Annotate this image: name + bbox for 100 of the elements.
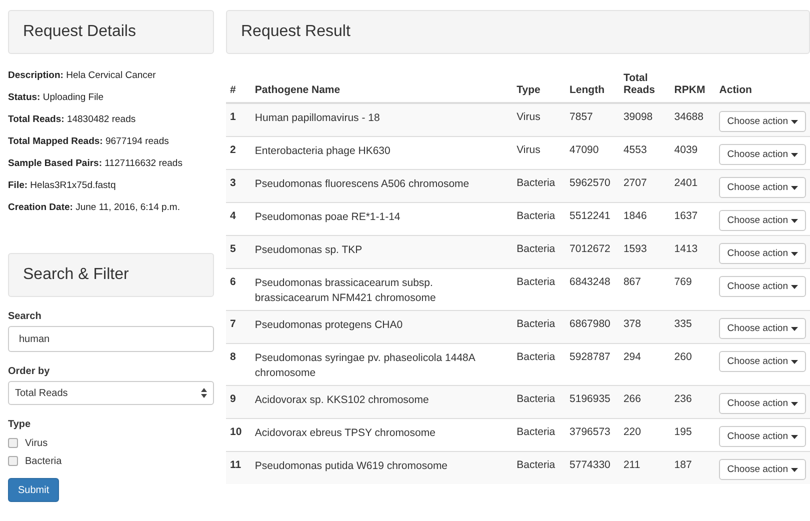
table-cell: Pseudomonas syringae pv. phaseolicola 1448A chromosome — [254, 352, 475, 379]
row-number: 8 — [230, 351, 236, 363]
caret-icon — [791, 218, 798, 222]
table-cell: 5512241 — [570, 210, 610, 222]
table-cell: 1637 — [674, 210, 698, 222]
table-cell: Bacteria — [516, 318, 556, 330]
row-number: 3 — [230, 177, 236, 189]
row-number: 2 — [230, 144, 236, 156]
table-cell: 39098 — [623, 111, 653, 123]
table-cell: Pseudomonas putida W619 chromosome — [254, 460, 448, 472]
detail-line: Description: Hela Cervical Cancer — [8, 69, 157, 83]
table-cell: Human papillomavirus - 18 — [254, 112, 380, 124]
panel-heading: Search & Filter — [8, 253, 214, 297]
checkbox-label: Virus — [25, 438, 48, 448]
caret-icon — [791, 284, 798, 288]
table-cell: Virus — [516, 111, 540, 123]
checkbox[interactable] — [8, 438, 18, 448]
table-cell: Bacteria — [516, 351, 556, 363]
detail-line: Creation Date: June 11, 2016, 6:14 p.m. — [8, 201, 181, 215]
table-cell: Bacteria — [516, 210, 556, 222]
table-cell: Virus — [516, 144, 540, 156]
table-cell: 5962570 — [570, 177, 610, 189]
detail-line: Total Mapped Reads: 9677194 reads — [8, 135, 170, 149]
row-number: 6 — [230, 276, 236, 288]
table-cell: 2401 — [674, 177, 698, 189]
caret-icon — [791, 152, 798, 156]
row-number: 11 — [230, 459, 242, 471]
table-cell: 335 — [674, 318, 692, 330]
table-cell: 236 — [674, 393, 692, 405]
table-cell: Acidovorax ebreus TPSY chromosome — [254, 427, 436, 439]
table-cell: 7012672 — [570, 243, 610, 255]
table-cell: Pseudomonas protegens CHA0 — [254, 319, 403, 331]
action-dropdown[interactable]: Choose action — [719, 426, 806, 447]
table-cell: 195 — [674, 426, 692, 438]
table-cell: 4039 — [674, 144, 698, 156]
search-field[interactable]: human — [8, 326, 214, 352]
table-cell: 5774330 — [570, 459, 610, 471]
table-cell: Bacteria — [516, 393, 556, 405]
action-dropdown[interactable]: Choose action — [719, 177, 806, 198]
action-dropdown[interactable]: Choose action — [719, 210, 806, 231]
action-dropdown[interactable]: Choose action — [719, 393, 806, 414]
action-dropdown[interactable]: Choose action — [719, 318, 806, 339]
action-dropdown[interactable]: Choose action — [719, 351, 806, 372]
row-number: 9 — [230, 393, 236, 405]
panel-heading: Request Details — [8, 10, 214, 54]
table-cell: 6867980 — [570, 318, 610, 330]
caret-icon — [791, 252, 798, 256]
checkbox-label: Bacteria — [25, 456, 62, 466]
table-cell: Acidovorax sp. KKS102 chromosome — [254, 394, 429, 406]
table-cell: 4553 — [623, 144, 647, 156]
table-cell: Bacteria — [516, 243, 556, 255]
table-cell: Bacteria — [516, 276, 556, 288]
row-number: 4 — [230, 210, 236, 222]
table-cell: 1846 — [623, 210, 647, 222]
table-cell: Enterobacteria phage HK630 — [254, 145, 390, 157]
submit-button[interactable]: Submit — [8, 478, 60, 502]
table-cell: 6843248 — [570, 276, 610, 288]
detail-line: Sample Based Pairs: 1127116632 reads — [8, 157, 184, 171]
table-cell: 187 — [674, 459, 692, 471]
caret-icon — [791, 468, 798, 472]
row-number: 10 — [230, 426, 242, 438]
caret-icon — [791, 360, 798, 364]
action-dropdown[interactable]: Choose action — [719, 111, 806, 132]
table-cell: Bacteria — [516, 177, 556, 189]
table-cell: Pseudomonas brassicacearum subsp. brassicacearum NFM421 chromosome — [254, 277, 436, 304]
caret-icon — [791, 186, 798, 190]
caret-icon — [791, 326, 798, 330]
action-dropdown[interactable]: Choose action — [719, 243, 806, 264]
updown-arrows-icon — [201, 388, 207, 398]
field-label: Search — [8, 311, 42, 322]
caret-icon — [791, 434, 798, 438]
table-cell: Bacteria — [516, 426, 556, 438]
panel-heading: Request Result — [226, 10, 810, 54]
action-dropdown[interactable]: Choose action — [719, 276, 806, 297]
table-cell: 867 — [623, 276, 641, 288]
table-cell: 47090 — [570, 144, 599, 156]
table-cell: 378 — [623, 318, 641, 330]
caret-icon — [791, 120, 798, 124]
detail-line: Status: Uploading File — [8, 91, 105, 105]
checkbox[interactable] — [8, 456, 18, 466]
table-cell: 294 — [623, 351, 641, 363]
table-cell: 1413 — [674, 243, 698, 255]
detail-line: Total Reads: 14830482 reads — [8, 113, 137, 127]
table-cell: 7857 — [570, 111, 593, 123]
action-dropdown[interactable]: Choose action — [719, 459, 806, 480]
table-cell: Pseudomonas poae RE*1-1-14 — [254, 211, 400, 223]
table-cell: 260 — [674, 351, 692, 363]
table-cell: 2707 — [623, 177, 647, 189]
table-cell: Pseudomonas sp. TKP — [254, 244, 362, 256]
table-cell: 220 — [623, 426, 641, 438]
table-cell: 211 — [623, 459, 640, 471]
order-select[interactable]: Total Reads — [8, 381, 214, 405]
table-cell: 266 — [623, 393, 641, 405]
table-cell: 34688 — [674, 111, 704, 123]
table-cell: Pseudomonas fluorescens A506 chromosome — [254, 178, 470, 190]
row-number: 5 — [230, 243, 236, 255]
action-dropdown[interactable]: Choose action — [719, 144, 806, 165]
table-cell: 5196935 — [570, 393, 610, 405]
table-cell: Bacteria — [516, 459, 556, 471]
table-cell: 769 — [674, 276, 692, 288]
